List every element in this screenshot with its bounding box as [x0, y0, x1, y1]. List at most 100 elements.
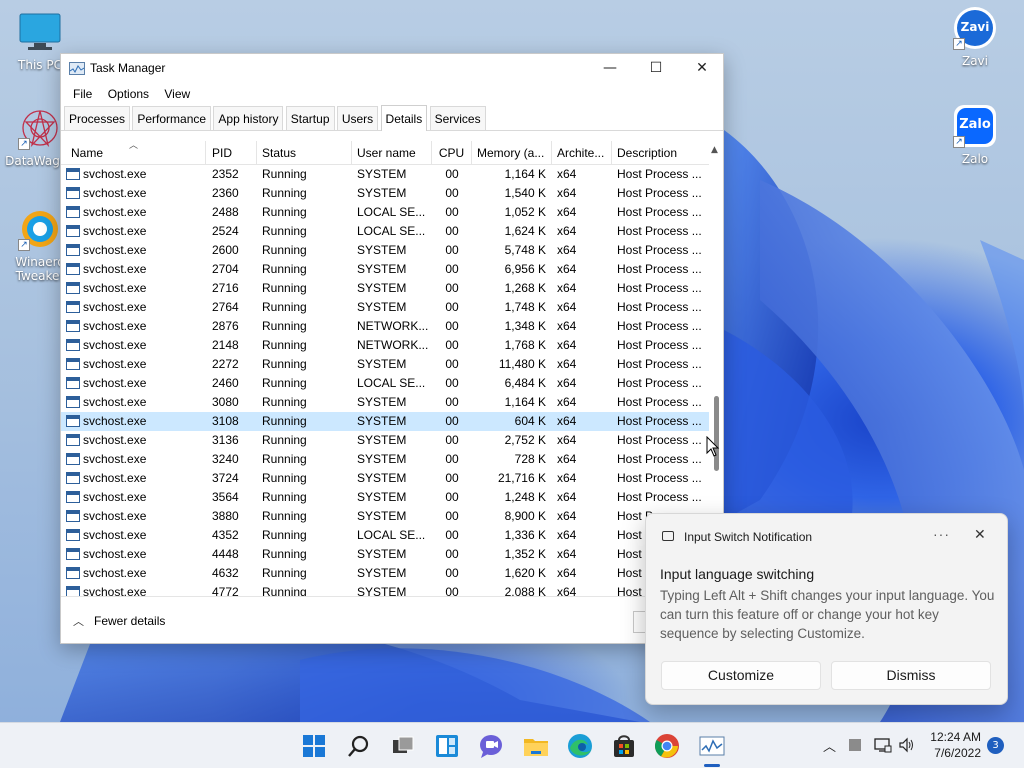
- table-row[interactable]: svchost.exe 2360 Running SYSTEM 00 1,540 K x64…: [61, 184, 709, 203]
- status-cell: Running: [262, 357, 307, 371]
- process-window-icon: [66, 168, 80, 180]
- dismiss-button[interactable]: Dismiss: [831, 661, 991, 690]
- column-header-description[interactable]: Description: [612, 141, 709, 165]
- start-windows-icon[interactable]: [300, 732, 328, 760]
- column-header-status[interactable]: Status: [257, 141, 352, 165]
- search-icon[interactable]: [345, 732, 373, 760]
- cpu-cell: 00: [445, 414, 459, 428]
- table-row[interactable]: svchost.exe 2764 Running SYSTEM 00 1,748 K x64…: [61, 298, 709, 317]
- fewer-details-link[interactable]: Fewer details: [94, 614, 165, 628]
- task-view-icon[interactable]: [389, 732, 417, 760]
- user-name-cell: SYSTEM: [357, 395, 407, 409]
- architecture-cell: x64: [557, 528, 577, 542]
- chat-icon[interactable]: [477, 732, 505, 760]
- pid-cell: 2524: [212, 224, 239, 238]
- pid-cell: 2876: [212, 319, 239, 333]
- user-name-cell: SYSTEM: [357, 357, 407, 371]
- file-explorer-icon[interactable]: [522, 732, 550, 760]
- table-row[interactable]: svchost.exe 2876 Running NETWORK... 00 1,348 …: [61, 317, 709, 336]
- chevron-up-icon[interactable]: ︿: [73, 613, 84, 629]
- menu-file[interactable]: File: [67, 84, 98, 104]
- table-row[interactable]: svchost.exe 2460 Running LOCAL SE... 00 6,484…: [61, 374, 709, 393]
- table-row[interactable]: svchost.exe 2716 Running SYSTEM 00 1,268 K x64…: [61, 279, 709, 298]
- maximize-button[interactable]: ☐: [633, 54, 679, 84]
- network-icon[interactable]: [874, 737, 892, 753]
- volume-icon[interactable]: [898, 737, 916, 753]
- column-header-cpu[interactable]: CPU: [432, 141, 472, 165]
- chrome-browser-icon[interactable]: [653, 732, 681, 760]
- table-row[interactable]: svchost.exe 4632 Running SYSTEM 00 1,620 K x64…: [61, 564, 709, 583]
- column-header-architecture[interactable]: Archite...: [552, 141, 612, 165]
- cpu-cell: 00: [445, 376, 459, 390]
- description-cell: Host Process ...: [617, 224, 702, 238]
- table-row[interactable]: svchost.exe 2352 Running SYSTEM 00 1,164 K x64…: [61, 165, 709, 184]
- widgets-icon[interactable]: [433, 732, 461, 760]
- table-row[interactable]: svchost.exe 2704 Running SYSTEM 00 6,956 K x64…: [61, 260, 709, 279]
- table-row[interactable]: svchost.exe 2600 Running SYSTEM 00 5,748 K x64…: [61, 241, 709, 260]
- column-header-pid[interactable]: PID: [207, 141, 257, 165]
- customize-button[interactable]: Customize: [661, 661, 821, 690]
- scroll-up-arrow-icon[interactable]: ▲: [711, 145, 718, 155]
- column-header-name[interactable]: ︿ Name: [61, 141, 206, 165]
- description-cell: Host Process ...: [617, 490, 702, 504]
- tab-processes[interactable]: Processes: [64, 106, 131, 130]
- process-name-cell: svchost.exe: [61, 469, 206, 488]
- cpu-cell: 00: [445, 205, 459, 219]
- tab-startup[interactable]: Startup: [285, 106, 335, 130]
- tab-app-history[interactable]: App history: [213, 106, 284, 130]
- edge-browser-icon[interactable]: [566, 732, 594, 760]
- table-row[interactable]: svchost.exe 3136 Running SYSTEM 00 2,752 K x64…: [61, 431, 709, 450]
- table-row[interactable]: svchost.exe 2272 Running SYSTEM 00 11,480 K x6…: [61, 355, 709, 374]
- notification-count-badge[interactable]: 3: [987, 737, 1004, 754]
- tray-app-icon[interactable]: [849, 739, 861, 751]
- desktop-icon-zavi[interactable]: Zavi ↗ Zavi: [937, 6, 1013, 68]
- tab-strip: Processes Performance App history Startu…: [61, 105, 723, 131]
- table-row[interactable]: svchost.exe 3080 Running SYSTEM 00 1,164 K x64…: [61, 393, 709, 412]
- cpu-cell: 00: [445, 186, 459, 200]
- user-name-cell: LOCAL SE...: [357, 205, 426, 219]
- show-hidden-icons-chevron-icon[interactable]: ︿: [823, 736, 836, 755]
- architecture-cell: x64: [557, 395, 577, 409]
- tab-services[interactable]: Services: [429, 106, 486, 130]
- minimize-button[interactable]: —: [587, 54, 633, 84]
- title-bar[interactable]: Task Manager — ☐ ✕: [61, 54, 723, 84]
- table-row[interactable]: svchost.exe 4448 Running SYSTEM 00 1,352 K x64…: [61, 545, 709, 564]
- table-row[interactable]: svchost.exe 3724 Running SYSTEM 00 21,716 K x6…: [61, 469, 709, 488]
- cpu-cell: 00: [445, 319, 459, 333]
- column-header-memory[interactable]: Memory (a...: [472, 141, 552, 165]
- table-row[interactable]: svchost.exe 3240 Running SYSTEM 00 728 K x64 Ho…: [61, 450, 709, 469]
- table-row[interactable]: svchost.exe 4352 Running LOCAL SE... 00 1,336…: [61, 526, 709, 545]
- clock-date[interactable]: 7/6/2022: [918, 746, 981, 760]
- desktop-icon-zalo[interactable]: Zalo ↗ Zalo: [937, 104, 1013, 166]
- tab-performance[interactable]: Performance: [132, 106, 212, 130]
- scrollbar-thumb[interactable]: [714, 396, 719, 471]
- close-button[interactable]: ✕: [679, 54, 725, 84]
- microsoft-store-icon[interactable]: [610, 732, 638, 760]
- table-row[interactable]: svchost.exe 3880 Running SYSTEM 00 8,900 K x64…: [61, 507, 709, 526]
- more-options-icon[interactable]: ···: [933, 526, 950, 542]
- tab-users[interactable]: Users: [336, 106, 379, 130]
- menu-options[interactable]: Options: [102, 84, 155, 104]
- tab-details[interactable]: Details: [380, 105, 428, 131]
- menu-view[interactable]: View: [158, 84, 196, 104]
- pid-cell: 2360: [212, 186, 239, 200]
- close-icon[interactable]: ✕: [974, 526, 986, 543]
- architecture-cell: x64: [557, 490, 577, 504]
- table-row[interactable]: svchost.exe 4772 Running SYSTEM 00 2,088 K x64…: [61, 583, 709, 596]
- pid-cell: 4772: [212, 585, 239, 596]
- table-row[interactable]: svchost.exe 3108 Running SYSTEM 00 604 K x64 Ho…: [61, 412, 709, 431]
- clock-time[interactable]: 12:24 AM: [918, 730, 981, 744]
- table-row[interactable]: svchost.exe 2148 Running NETWORK... 00 1,768 …: [61, 336, 709, 355]
- table-row[interactable]: svchost.exe 2488 Running LOCAL SE... 00 1,052…: [61, 203, 709, 222]
- architecture-cell: x64: [557, 566, 577, 580]
- column-header-user-name[interactable]: User name: [352, 141, 432, 165]
- zalo-icon: Zalo ↗: [953, 104, 997, 148]
- table-row[interactable]: svchost.exe 3564 Running SYSTEM 00 1,248 K x64…: [61, 488, 709, 507]
- process-name-cell: svchost.exe: [61, 165, 206, 184]
- pid-cell: 2488: [212, 205, 239, 219]
- task-manager-taskbar-icon[interactable]: [698, 732, 726, 760]
- table-row[interactable]: svchost.exe 2524 Running LOCAL SE... 00 1,624…: [61, 222, 709, 241]
- pid-cell: 3880: [212, 509, 239, 523]
- process-window-icon: [66, 358, 80, 370]
- description-cell: Host Process ...: [617, 300, 702, 314]
